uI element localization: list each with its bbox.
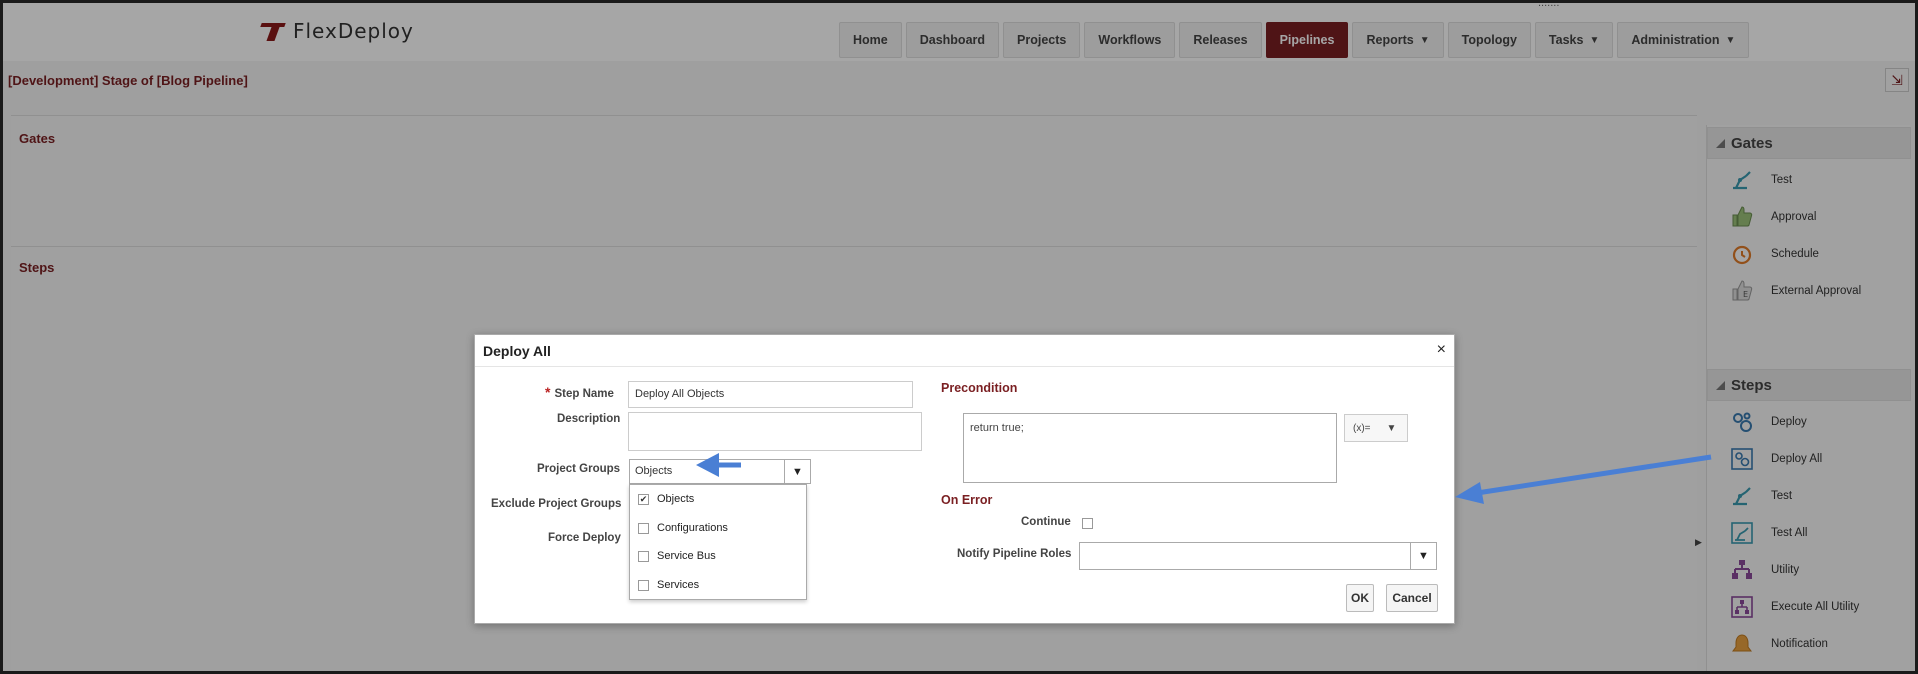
project-groups-dropdown: ✔ Objects Configurations Service Bus Serv… — [629, 484, 807, 600]
notify-roles-label: Notify Pipeline Roles — [957, 548, 1072, 560]
checkbox[interactable] — [638, 522, 649, 534]
expression-menu-button[interactable]: (x)= ▼ — [1344, 414, 1408, 442]
option-label: Services — [657, 579, 700, 591]
project-groups-select[interactable]: Objects ▼ — [629, 459, 811, 484]
on-error-title: On Error — [941, 493, 993, 507]
dropdown-arrow-icon[interactable]: ▼ — [1410, 543, 1436, 569]
fx-label: (x)= — [1353, 422, 1371, 434]
option-label: Configurations — [657, 522, 728, 534]
close-icon[interactable]: × — [1437, 341, 1446, 359]
checkbox[interactable] — [638, 579, 649, 591]
continue-label: Continue — [1021, 516, 1071, 528]
step-name-input[interactable]: Deploy All Objects — [628, 381, 913, 408]
notify-roles-value — [1080, 543, 1410, 569]
checkbox[interactable] — [638, 550, 649, 562]
exclude-project-groups-label: Exclude Project Groups — [491, 498, 622, 510]
option-label: Objects — [657, 493, 695, 505]
precondition-title: Precondition — [941, 381, 1018, 395]
description-input[interactable] — [628, 412, 922, 451]
dialog-header: Deploy All — [475, 335, 1454, 367]
precondition-script-input[interactable]: return true; — [963, 413, 1337, 483]
dropdown-arrow-icon[interactable]: ▼ — [784, 460, 810, 483]
description-label: Description — [557, 413, 621, 425]
app-frame: FlexDeploy ....... Home Dashboard Projec… — [3, 3, 1915, 671]
dialog-title: Deploy All — [483, 342, 551, 359]
project-groups-value: Objects — [635, 465, 673, 477]
force-deploy-label: Force Deploy — [548, 532, 621, 544]
cancel-button[interactable]: Cancel — [1386, 584, 1438, 612]
option-objects[interactable]: ✔ Objects — [638, 493, 694, 505]
checkbox-checked-icon[interactable]: ✔ — [638, 493, 649, 505]
option-configurations[interactable]: Configurations — [638, 522, 728, 534]
option-services[interactable]: Services — [638, 579, 699, 591]
deploy-all-dialog: Deploy All × * Step Name Deploy All Objec… — [474, 334, 1455, 624]
ok-button[interactable]: OK — [1346, 584, 1374, 612]
dropdown-arrow-icon: ▼ — [1386, 422, 1397, 434]
project-groups-label: Project Groups — [537, 463, 621, 475]
option-label: Service Bus — [657, 550, 716, 562]
continue-checkbox[interactable] — [1082, 518, 1093, 529]
option-service-bus[interactable]: Service Bus — [638, 550, 716, 562]
step-name-label-text: Step Name — [554, 388, 614, 400]
notify-roles-select[interactable]: ▼ — [1079, 542, 1437, 570]
step-name-label: * Step Name — [545, 384, 614, 400]
required-asterisk-icon: * — [545, 384, 551, 400]
